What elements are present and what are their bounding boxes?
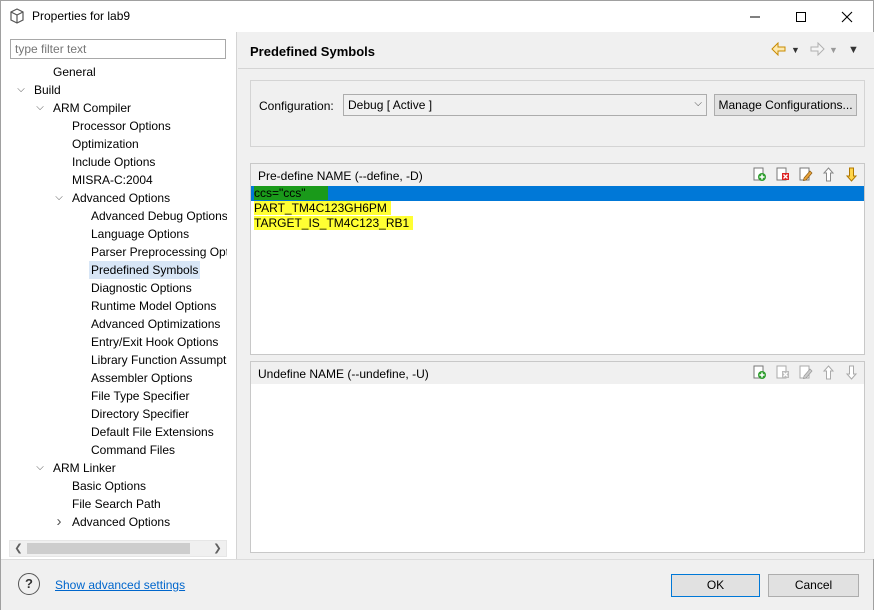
- predefine-list[interactable]: ccs="ccs" PART_TM4C123GH6PM TARGET_IS_TM4C…: [251, 186, 864, 354]
- tree-item[interactable]: Build: [34, 81, 61, 99]
- tree-item[interactable]: Command Files: [91, 441, 175, 459]
- tree-item[interactable]: Advanced Debug Options: [91, 207, 227, 225]
- tree-item[interactable]: Advanced Options: [72, 513, 170, 531]
- show-advanced-settings-link[interactable]: Show advanced settings: [55, 578, 185, 592]
- page-title: Predefined Symbols: [250, 44, 375, 59]
- symbol-row[interactable]: PART_TM4C123GH6PM: [251, 201, 391, 216]
- symbol-text: ccs="ccs": [254, 186, 328, 200]
- undefine-header: Undefine NAME (--undefine, -U): [251, 362, 864, 384]
- forward-menu-chevron-icon[interactable]: ▼: [829, 42, 838, 58]
- undefine-toolbar: [751, 364, 860, 382]
- tree-item[interactable]: Advanced Optimizations: [91, 315, 220, 333]
- tree-item[interactable]: Default File Extensions: [91, 423, 214, 441]
- help-icon[interactable]: ?: [18, 573, 40, 595]
- tree-item[interactable]: Language Options: [91, 225, 189, 243]
- scroll-left-icon[interactable]: ❮: [10, 541, 27, 556]
- symbol-text: PART_TM4C123GH6PM: [254, 201, 391, 215]
- predefine-panel: Pre-define NAME (--define, -D) ccs="ccs"…: [250, 163, 865, 355]
- predefine-toolbar: [751, 166, 860, 184]
- chevron-down-icon[interactable]: ⌵: [16, 81, 26, 99]
- tree-item[interactable]: Parser Preprocessing Opti: [91, 243, 227, 261]
- back-nav-button[interactable]: [771, 41, 787, 58]
- back-arrow-icon: [771, 41, 786, 57]
- edit-symbol-icon[interactable]: [797, 364, 814, 381]
- pane-divider[interactable]: [236, 32, 237, 559]
- tree-item[interactable]: Library Function Assumpt: [91, 351, 226, 369]
- configuration-select[interactable]: Debug [ Active ] ⌵: [343, 94, 707, 116]
- undefine-panel: Undefine NAME (--undefine, -U): [250, 361, 865, 553]
- predefine-header-label: Pre-define NAME (--define, -D): [258, 169, 423, 183]
- property-tree: General ⌵ Build ⌵ ARM Compiler Processor Opti…: [1, 62, 227, 539]
- tree-item[interactable]: Diagnostic Options: [91, 279, 192, 297]
- move-up-icon[interactable]: [820, 364, 837, 381]
- sidebar: General⌵Build⌵ARM CompilerProcessor Opti…: [1, 32, 236, 559]
- symbol-text: TARGET_IS_TM4C123_RB1: [254, 216, 414, 230]
- main-content: Predefined Symbols ▼ ▼ ▼ Configuration: …: [238, 32, 874, 559]
- back-menu-chevron-icon[interactable]: ▼: [791, 42, 800, 58]
- tree-horizontal-scrollbar[interactable]: ❮ ❯: [9, 540, 227, 557]
- minimize-button[interactable]: [732, 1, 778, 32]
- manage-configurations-button[interactable]: Manage Configurations...: [714, 94, 857, 116]
- add-symbol-icon[interactable]: [751, 166, 768, 183]
- tree-item[interactable]: Advanced Options: [72, 189, 170, 207]
- configuration-group: Configuration: Debug [ Active ] ⌵ Manage…: [250, 80, 865, 147]
- delete-symbol-icon[interactable]: [774, 364, 791, 381]
- tree-item[interactable]: Predefined Symbols: [89, 261, 201, 279]
- scroll-right-icon[interactable]: ❯: [209, 541, 226, 556]
- tree-item[interactable]: General: [53, 63, 96, 81]
- tree-item[interactable]: File Type Specifier: [91, 387, 190, 405]
- close-icon: [841, 11, 853, 22]
- tree-item[interactable]: Directory Specifier: [91, 405, 189, 423]
- forward-arrow-icon: [810, 41, 825, 57]
- properties-dialog: Properties for lab9 General⌵Build⌵ARM Co…: [0, 0, 874, 610]
- undefine-header-label: Undefine NAME (--undefine, -U): [258, 367, 429, 381]
- title-separator: [238, 68, 874, 69]
- symbol-row[interactable]: TARGET_IS_TM4C123_RB1: [251, 216, 414, 231]
- tree-item[interactable]: ARM Compiler: [53, 99, 131, 117]
- ok-button[interactable]: OK: [671, 574, 760, 597]
- title-bar: Properties for lab9: [1, 1, 873, 32]
- minimize-icon: [750, 16, 760, 17]
- edit-symbol-icon[interactable]: [797, 166, 814, 183]
- tree-item[interactable]: Entry/Exit Hook Options: [91, 333, 218, 351]
- dialog-footer: ? Show advanced settings OK Cancel: [1, 559, 873, 610]
- chevron-right-icon[interactable]: ›: [54, 513, 64, 531]
- chevron-down-icon[interactable]: ⌵: [35, 459, 45, 477]
- properties-icon: [10, 8, 24, 24]
- move-up-icon[interactable]: [820, 166, 837, 183]
- symbol-row[interactable]: ccs="ccs": [251, 186, 864, 201]
- add-symbol-icon[interactable]: [751, 364, 768, 381]
- maximize-icon: [796, 11, 806, 22]
- tree-item[interactable]: ARM Linker: [53, 459, 116, 477]
- chevron-down-icon[interactable]: ⌵: [54, 189, 64, 207]
- window-title: Properties for lab9: [32, 9, 131, 23]
- cancel-button[interactable]: Cancel: [768, 574, 859, 597]
- tree-item[interactable]: Processor Options: [72, 117, 171, 135]
- undefine-list[interactable]: [251, 384, 864, 552]
- predefine-header: Pre-define NAME (--define, -D): [251, 164, 864, 186]
- close-button[interactable]: [824, 1, 870, 32]
- maximize-button[interactable]: [778, 1, 824, 32]
- filter-input[interactable]: [10, 39, 226, 59]
- chevron-down-icon: ⌵: [694, 98, 702, 109]
- tree-item[interactable]: MISRA-C:2004: [72, 171, 153, 189]
- tree-item[interactable]: Optimization: [72, 135, 139, 153]
- configuration-label: Configuration:: [259, 99, 334, 113]
- tree-item[interactable]: File Search Path: [72, 495, 161, 513]
- forward-nav-button[interactable]: [809, 41, 825, 58]
- tree-item[interactable]: Assembler Options: [91, 369, 192, 387]
- tree-item[interactable]: Basic Options: [72, 477, 146, 495]
- scrollbar-thumb[interactable]: [27, 543, 190, 554]
- move-down-icon[interactable]: [843, 364, 860, 381]
- chevron-down-icon[interactable]: ⌵: [35, 99, 45, 117]
- tree-item[interactable]: Runtime Model Options: [91, 297, 216, 315]
- configuration-value: Debug [ Active ]: [348, 98, 433, 112]
- tree-item[interactable]: Include Options: [72, 153, 155, 171]
- delete-symbol-icon[interactable]: [774, 166, 791, 183]
- view-menu-icon[interactable]: ▼: [848, 42, 859, 58]
- move-down-icon[interactable]: [843, 166, 860, 183]
